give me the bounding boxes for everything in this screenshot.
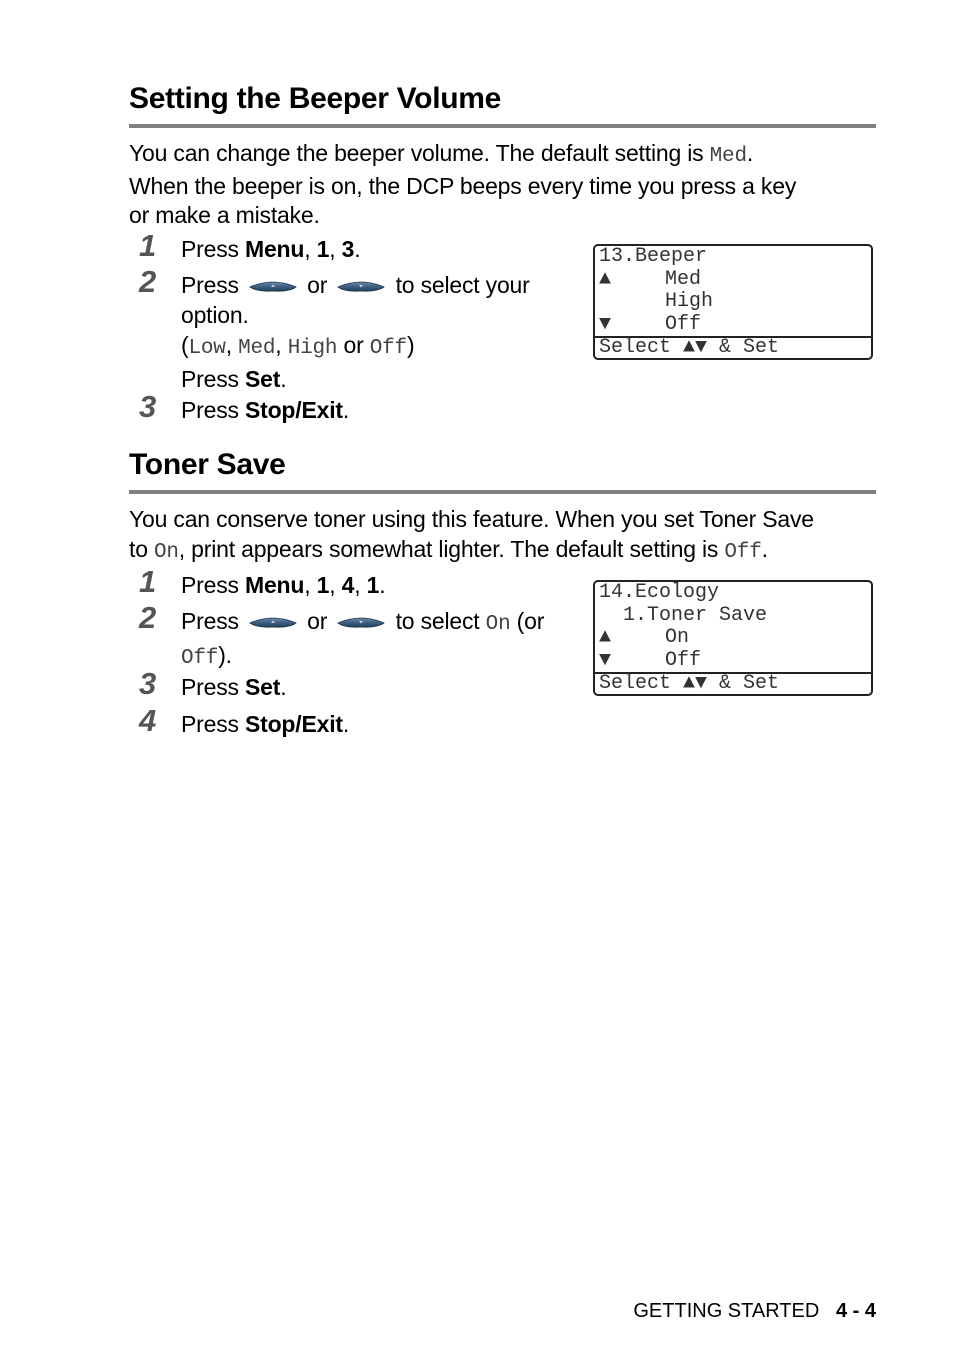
- intro-text: You can change the beeper volume. The de…: [129, 140, 710, 166]
- down-arrow-key-icon: [337, 614, 385, 632]
- step-number: 2: [139, 600, 157, 635]
- key-1: 1: [316, 572, 330, 598]
- default-value: Med: [709, 145, 747, 168]
- step-text: Press: [181, 272, 245, 298]
- step-1: Press Menu, 1, 4, 1.: [181, 572, 386, 598]
- key-1: 1: [316, 236, 330, 262]
- footer-section: GETTING STARTED: [633, 1300, 820, 1322]
- key-3: 3: [341, 236, 355, 262]
- section-title-toner-save: Toner Save: [129, 448, 286, 481]
- step-4: Press Stop/Exit.: [181, 711, 350, 737]
- step-text: Press: [181, 236, 245, 262]
- lcd-option: Off: [665, 312, 702, 336]
- key-1: 1: [366, 572, 380, 598]
- key-set: Set: [244, 674, 281, 700]
- step-number: 1: [139, 564, 157, 599]
- key-menu: Menu: [244, 236, 305, 262]
- intro-text-end: .: [746, 140, 754, 166]
- step-3: Press Set.: [181, 674, 287, 700]
- default-value: Off: [724, 540, 762, 564]
- step-number: 3: [139, 389, 157, 424]
- down-arrow-key-icon: [337, 278, 385, 296]
- toner-intro: You can conserve toner using this featur…: [129, 505, 889, 567]
- option-high: High: [287, 337, 338, 360]
- intro-line-1: You can conserve toner using this featur…: [129, 506, 814, 532]
- options-list: (Low, Med, High or Off): [181, 332, 415, 360]
- key-stop-exit: Stop/Exit: [244, 397, 343, 423]
- value-off: Off: [181, 647, 219, 670]
- lcd-display-toner-save: 14.Ecology 1.Toner Save ▲ On ▼ Off Select …: [593, 580, 873, 696]
- up-arrow-key-icon: [249, 614, 297, 632]
- section-title-beeper: Setting the Beeper Volume: [129, 82, 502, 115]
- page-footer: GETTING STARTED 4 - 4: [633, 1300, 876, 1323]
- value-on: On: [153, 540, 179, 564]
- step-text: option.: [181, 302, 249, 328]
- lcd-display-beeper: 13.Beeper ▲ Med High ▼ Off Select ▲▼ & Set: [593, 244, 873, 360]
- step-number: 1: [139, 228, 157, 263]
- step-1: Press Menu, 1, 3.: [181, 236, 361, 262]
- step-text: Press: [181, 397, 245, 423]
- lcd-option: Med: [665, 267, 702, 291]
- section-divider: [129, 490, 876, 494]
- or-text: or: [300, 272, 334, 298]
- option-off: Off: [369, 337, 407, 360]
- value-on: On: [485, 613, 511, 636]
- step-text: Press: [181, 366, 245, 392]
- page-number: 4 - 4: [835, 1300, 876, 1322]
- step-number: 3: [139, 666, 157, 701]
- step-3: Press Stop/Exit.: [181, 397, 350, 423]
- arrow-up-icon: ▲: [599, 267, 612, 291]
- lcd-row: ▼ Off: [595, 648, 871, 673]
- arrow-down-icon: ▼: [599, 648, 612, 672]
- lcd-row: ▲ On: [595, 626, 871, 650]
- arrow-up-icon: ▲: [599, 626, 612, 649]
- lcd-footer: Select ▲▼ & Set: [595, 672, 871, 694]
- option-med: Med: [238, 337, 276, 360]
- step-number: 2: [139, 264, 157, 299]
- beeper-intro: You can change the beeper volume. The de…: [129, 139, 889, 231]
- lcd-row: ▼ Off: [595, 312, 871, 337]
- key-set: Set: [244, 366, 281, 392]
- up-arrow-key-icon: [249, 278, 297, 296]
- lcd-title: 14.Ecology: [599, 581, 720, 604]
- step-text: to select your: [389, 272, 530, 298]
- lcd-title: 13.Beeper: [599, 245, 708, 268]
- step-2: Press or to select your option. (Low, Me…: [181, 270, 561, 394]
- option-low: Low: [188, 337, 226, 360]
- key-stop-exit: Stop/Exit: [244, 711, 343, 737]
- step-2: Press or to select On (or Off).: [181, 608, 545, 670]
- lcd-subtitle: 1.Toner Save: [599, 603, 768, 627]
- lcd-option: Off: [665, 648, 702, 672]
- lcd-row: ▲ Med: [595, 267, 871, 292]
- section-divider: [129, 124, 876, 128]
- lcd-option: On: [665, 626, 690, 649]
- intro-line-2: When the beeper is on, the DCP beeps eve…: [129, 172, 797, 199]
- lcd-row: High: [595, 290, 871, 314]
- arrow-down-icon: ▼: [599, 312, 612, 336]
- key-menu: Menu: [244, 572, 305, 598]
- lcd-footer: Select ▲▼ & Set: [595, 336, 871, 358]
- key-4: 4: [341, 572, 355, 598]
- step-number: 4: [139, 703, 157, 738]
- intro-line-3: or make a mistake.: [129, 202, 320, 228]
- lcd-option: High: [665, 290, 714, 313]
